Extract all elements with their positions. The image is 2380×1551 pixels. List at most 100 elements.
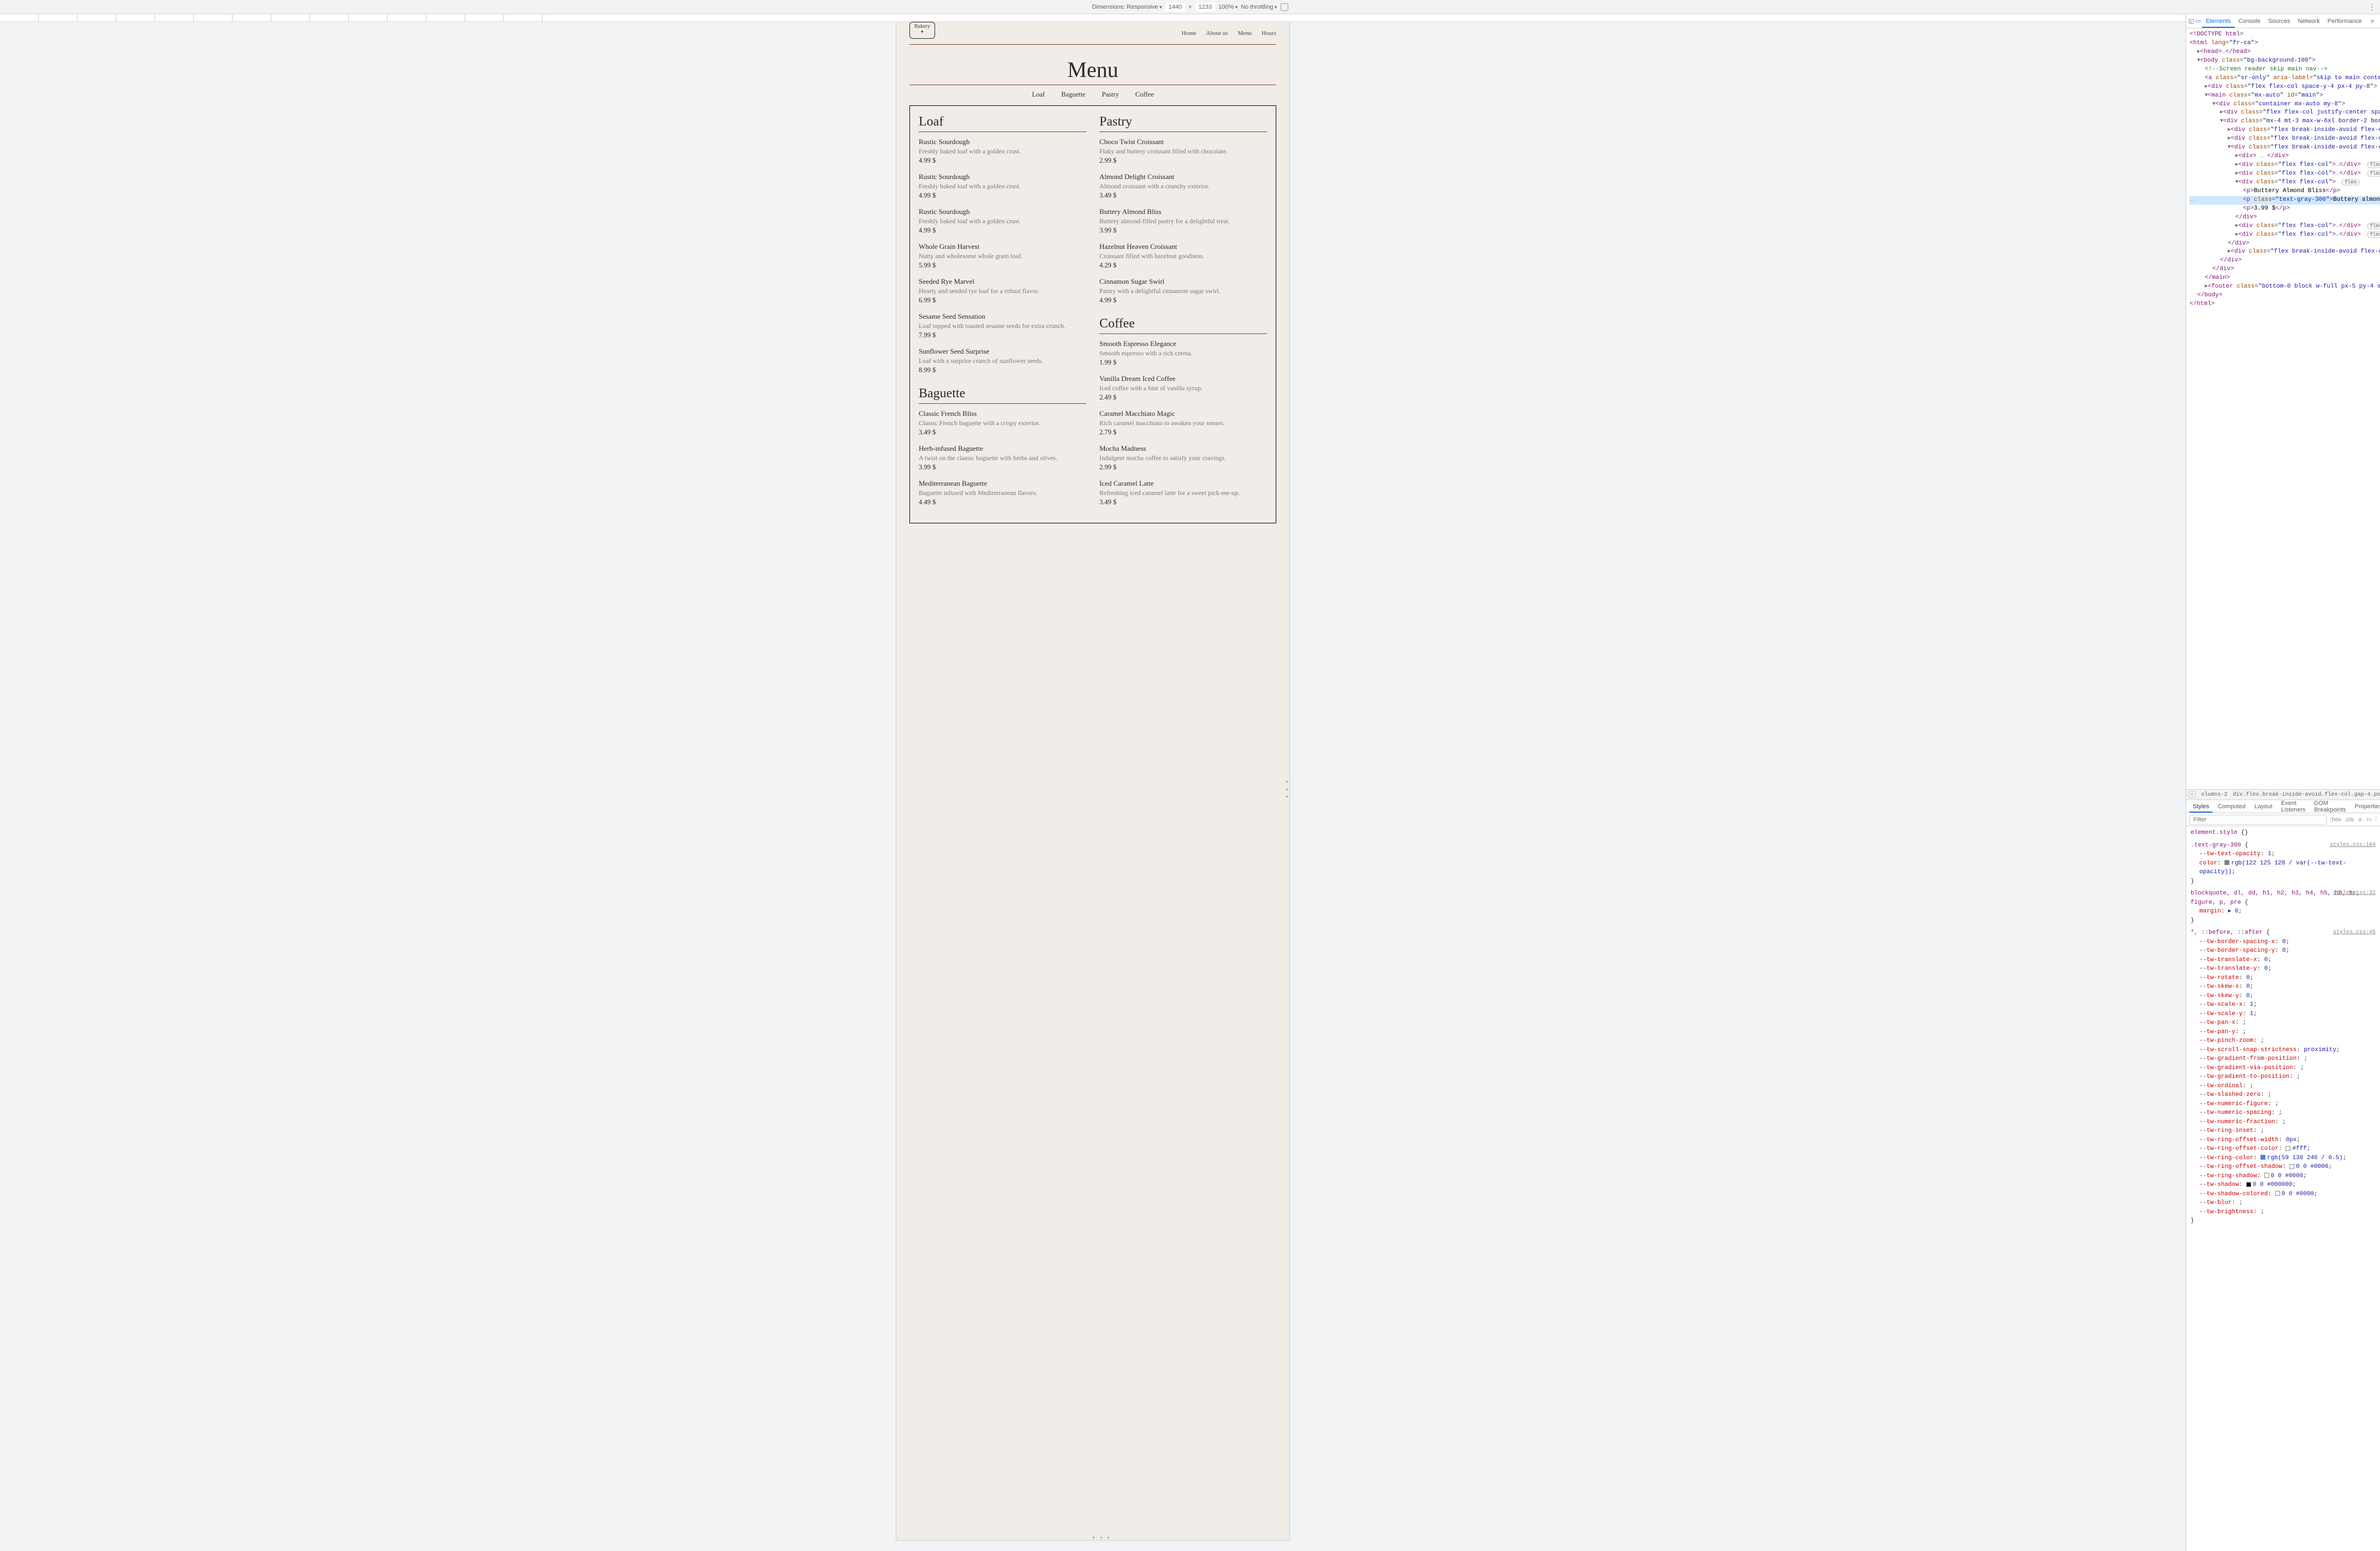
dom-node[interactable]: ▸<div class="flex flex-col">…</div> flex [2189,222,2380,231]
devtools-tab[interactable]: Sources [2264,15,2294,28]
devtools-tab[interactable]: Network [2294,15,2323,28]
rotate-icon[interactable] [1281,3,1288,11]
device-mode-icon[interactable]: ▭ [2195,17,2200,25]
dom-node[interactable]: <a class="sr-only" aria-label="skip to m… [2189,74,2380,83]
category-link[interactable]: Baguette [1061,91,1085,99]
dom-node[interactable]: <html lang="fr-ca"> [2189,39,2380,48]
menu-item: Buttery Almond BlissButtery almond-fille… [1099,207,1267,235]
inspect-icon[interactable]: ◱ [2188,17,2194,25]
dom-node[interactable]: ▸<div class="flex flex-col space-y-4 px-… [2189,83,2380,92]
dom-node[interactable]: </div> [2189,265,2380,274]
styles-more-icon[interactable]: ⫶ [2375,816,2377,823]
styles-subtab[interactable]: Styles [2189,801,2212,813]
category-link[interactable]: Loaf [1032,91,1045,99]
dom-node[interactable]: </main> [2189,274,2380,283]
devtools-tab[interactable]: Elements [2202,15,2235,28]
dom-node[interactable]: ▾<div class="flex break-inside-avoid fle… [2189,144,2380,152]
menu-item: Iced Caramel LatteRefreshing iced carame… [1099,479,1267,506]
styles-pane[interactable]: element.style {} styles.css:104.text-gray… [2186,826,2380,1551]
dom-node[interactable]: ▾<div class="container mx-auto my-8"> [2189,100,2380,109]
computed-toggle-icon[interactable]: ▭ [2366,816,2372,823]
dom-node[interactable]: ▸<div class="flex flex-col">…</div> flex [2189,231,2380,240]
dom-tree[interactable]: <!DOCTYPE html><html lang="fr-ca">▸<head… [2186,28,2380,789]
dom-node[interactable]: </div> [2189,213,2380,222]
dom-node[interactable]: <!--Screen reader skip main nav--> [2189,65,2380,74]
nav-link[interactable]: Menu [1237,30,1252,37]
nav-link[interactable]: Home [1182,30,1197,37]
dom-node[interactable]: ▸<div class="flex break-inside-avoid fle… [2189,126,2380,135]
css-source-link[interactable]: styles.css:104 [2330,841,2376,849]
cls-toggle[interactable]: .cls [2345,816,2354,823]
dom-node[interactable]: ▾<main class="mx-auto" id="main"> [2189,92,2380,100]
device-toolbar: Dimensions: Responsive 1440 × 1233 100% … [0,0,2380,14]
dom-node[interactable]: ▾<body class="bg-background-100"> [2189,57,2380,65]
resize-handle-bottom-icon[interactable] [1093,1537,1109,1539]
menu-item-desc: Refreshing iced caramel latte for a swee… [1099,489,1267,497]
dom-node[interactable]: ▸<head>…</head> [2189,48,2380,57]
styles-filter-input[interactable] [2189,815,2327,825]
menu-section-title: Baguette [919,386,1086,401]
dom-node[interactable]: </div> [2189,256,2380,265]
nav-link[interactable]: Hours [1262,30,1276,37]
menu-item-desc: Smooth espresso with a rich crema. [1099,349,1267,357]
dom-node[interactable]: ▸<div class="flex flex-col justify-cente… [2189,109,2380,117]
zoom-dropdown[interactable]: 100% [1218,4,1237,10]
dom-node[interactable]: ▸<footer class="bottom-0 block w-full px… [2189,283,2380,291]
menu-item-desc: Rich caramel macchiato to awaken your se… [1099,419,1267,427]
device-toolbar-menu-icon[interactable]: ⋮ [2368,2,2376,11]
dom-node[interactable]: ▸<div> … </div> [2189,152,2380,161]
styles-subtab[interactable]: Layout [2251,801,2276,813]
css-source-link[interactable]: styles.css:32 [2333,889,2376,897]
menu-item-price: 4.99 $ [919,157,1086,165]
dom-node[interactable]: …<p class="text-gray-300">Buttery almond… [2189,196,2380,205]
dom-node[interactable]: ▸<div class="flex break-inside-avoid fle… [2189,248,2380,256]
dom-node[interactable]: ▸<div class="flex flex-col">…</div> flex [2189,161,2380,170]
dimensions-dropdown[interactable]: Dimensions: Responsive [1092,4,1162,10]
dom-node[interactable]: <!DOCTYPE html> [2189,31,2380,39]
site-logo[interactable]: Bakery ✦ [909,22,935,39]
dom-node[interactable]: <p>3.99 $</p> [2189,205,2380,213]
menu-item-name: Sunflower Seed Surprise [919,347,1086,356]
menu-item-name: Caramel Macchiato Magic [1099,409,1267,418]
throttling-dropdown[interactable]: No throttling [1241,4,1277,10]
menu-item-name: Whole Grain Harvest [919,242,1086,251]
breadcrumb-item[interactable]: olumns-2 [2198,792,2230,798]
tabs-overflow[interactable]: » [2367,15,2378,28]
dom-node[interactable]: ▾<div class="mx-4 mt-3 max-w-6xl border-… [2189,117,2380,126]
css-rule[interactable]: styles.css:45*, ::before, ::after {--tw-… [2191,928,2376,1226]
category-link[interactable]: Coffee [1135,91,1154,99]
menu-item-price: 2.79 $ [1099,428,1267,437]
new-style-rule-icon[interactable]: ＋ [2357,815,2363,824]
styles-subtab[interactable]: Computed [2215,801,2249,813]
menu-item-price: 2.99 $ [1099,463,1267,472]
category-link[interactable]: Pastry [1102,91,1119,99]
css-rule[interactable]: styles.css:104.text-gray-300 {--tw-text-… [2191,841,2376,886]
viewport-height-input[interactable]: 1233 [1195,3,1215,11]
dom-node[interactable]: ▾<div class="flex flex-col"> flex [2189,178,2380,187]
css-rule[interactable]: styles.css:32blockquote, dl, dd, h1, h2,… [2191,889,2376,925]
menu-item-name: Buttery Almond Bliss [1099,207,1267,216]
dom-node[interactable]: <p>Buttery Almond Bliss</p> [2189,187,2380,196]
menu-item-price: 6.99 $ [919,296,1086,305]
dom-node[interactable]: </div> [2189,240,2380,248]
menu-item-price: 3.49 $ [1099,192,1267,200]
nav-link[interactable]: About us [1206,30,1228,37]
devtools-tab[interactable]: Console [2235,15,2264,28]
viewport-width-input[interactable]: 1440 [1165,3,1185,11]
devtools-tab[interactable]: Performance [2324,15,2366,28]
hov-toggle[interactable]: :hov [2330,816,2342,823]
menu-item-name: Iced Caramel Latte [1099,479,1267,488]
menu-frame: LoafRustic SourdoughFreshly baked loaf w… [909,105,1276,523]
dom-node[interactable]: ▸<div class="flex break-inside-avoid fle… [2189,135,2380,144]
menu-item-name: Classic French Bliss [919,409,1086,418]
css-rule[interactable]: element.style {} [2191,828,2376,838]
dom-node[interactable]: </html> [2189,300,2380,309]
resize-handle-right-icon[interactable] [1286,781,1288,797]
ruler [0,14,2186,22]
dom-node[interactable]: ▸<div class="flex flex-col">…</div> flex [2189,170,2380,178]
crumb-scroll-left-icon[interactable]: ‹ [2188,791,2195,798]
dom-node[interactable]: </body> [2189,291,2380,300]
css-source-link[interactable]: styles.css:45 [2333,928,2376,936]
styles-subtab[interactable]: Properties [2351,801,2380,813]
menu-item: Seeded Rye MarvelHearty and seeded rye l… [919,277,1086,305]
